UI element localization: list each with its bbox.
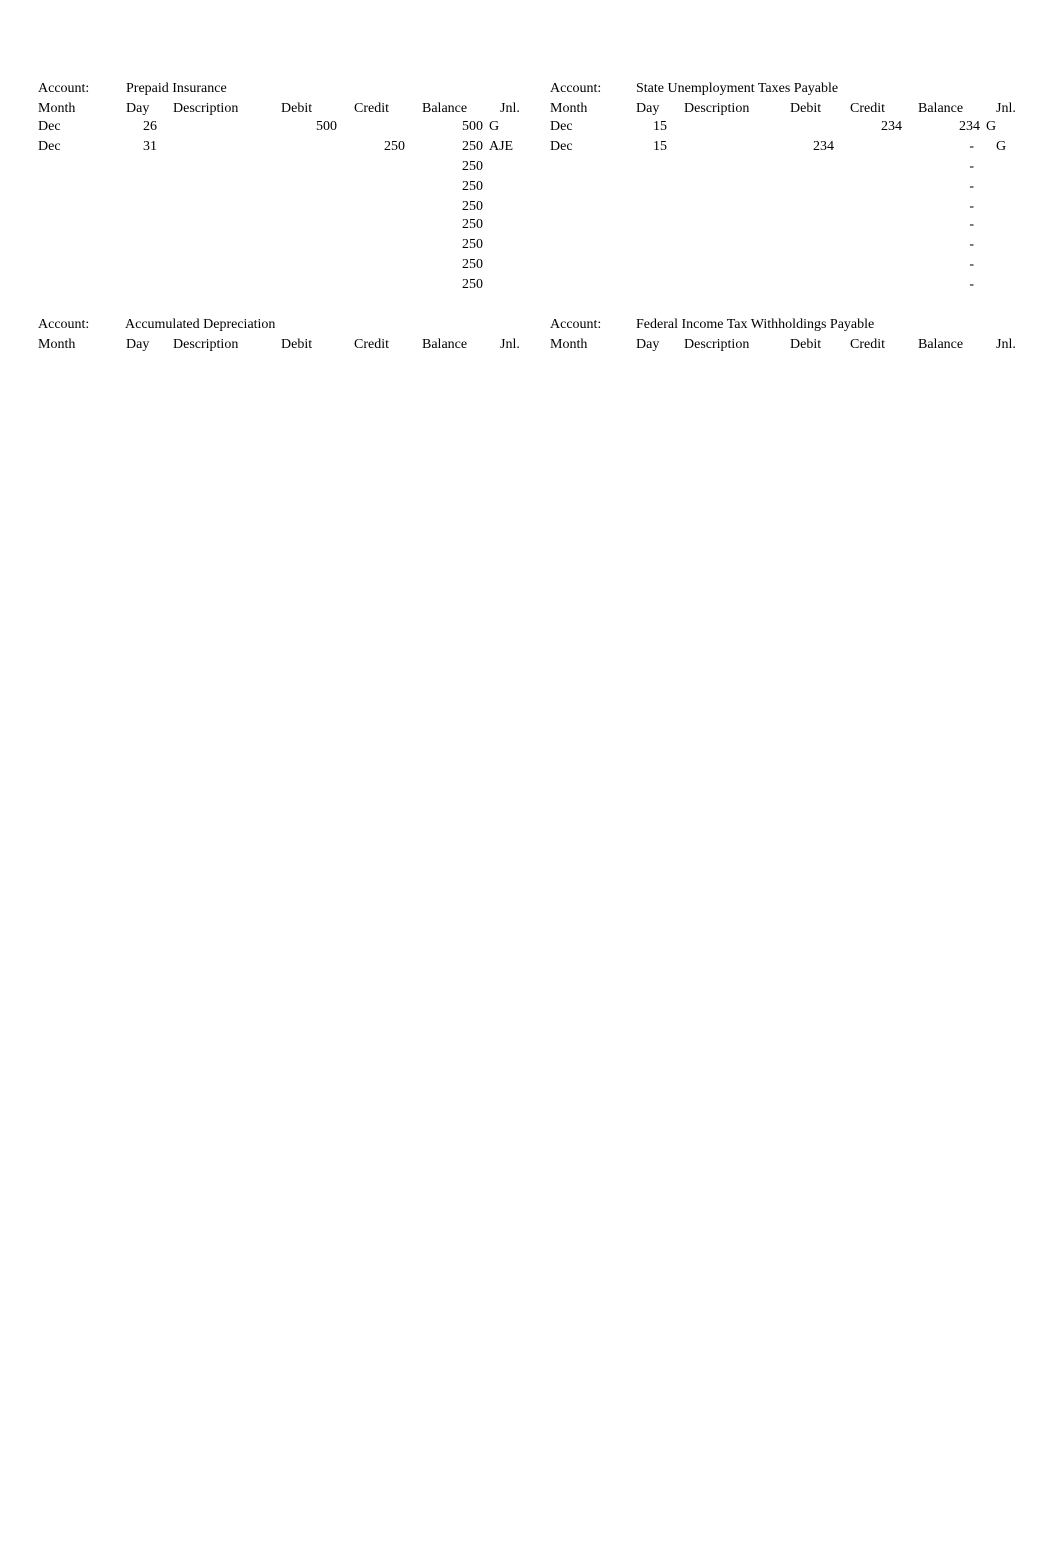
column-header-credit: Credit [850, 101, 885, 116]
cell-journal: AJE [489, 139, 514, 154]
cell-journal: G [996, 139, 1007, 154]
cell-balance: - [969, 159, 974, 174]
cell-balance: 234 [959, 119, 980, 134]
cell-balance: - [969, 179, 974, 194]
account-name: Accumulated Depreciation [125, 317, 276, 332]
account-label: Account: [550, 317, 602, 332]
cell-day: 31 [143, 139, 157, 154]
cell-journal: G [986, 119, 997, 134]
cell-balance: 250 [462, 199, 483, 214]
column-header-day: Day [636, 101, 660, 116]
column-header-debit: Debit [281, 101, 313, 116]
cell-balance: 250 [462, 139, 483, 154]
column-header-description: Description [684, 101, 750, 116]
cell-balance: 250 [462, 159, 483, 174]
account-name: Federal Income Tax Withholdings Payable [636, 317, 875, 332]
column-header-month: Month [550, 101, 588, 116]
column-header-jnl: Jnl. [996, 101, 1016, 116]
column-header-month: Month [38, 337, 76, 352]
account-name: State Unemployment Taxes Payable [636, 81, 839, 96]
column-header-credit: Credit [354, 337, 389, 352]
column-header-balance: Balance [918, 101, 964, 116]
account-label: Account: [38, 317, 90, 332]
column-header-day: Day [126, 337, 150, 352]
cell-balance: - [969, 217, 974, 232]
column-header-jnl: Jnl. [500, 101, 520, 116]
column-header-debit: Debit [790, 337, 822, 352]
column-header-balance: Balance [422, 101, 468, 116]
cell-balance: 250 [462, 277, 483, 292]
cell-balance: 250 [462, 237, 483, 252]
column-header-month: Month [38, 101, 76, 116]
column-header-credit: Credit [354, 101, 389, 116]
cell-balance: - [969, 139, 974, 154]
cell-balance: - [969, 237, 974, 252]
cell-day: 15 [653, 119, 667, 134]
column-header-credit: Credit [850, 337, 885, 352]
cell-balance: 250 [462, 179, 483, 194]
cell-balance: 500 [462, 119, 483, 134]
cell-balance: 250 [462, 217, 483, 232]
cell-debit: 500 [316, 119, 337, 134]
account-label: Account: [550, 81, 602, 96]
column-header-balance: Balance [422, 337, 468, 352]
cell-balance: - [969, 277, 974, 292]
column-header-jnl: Jnl. [996, 337, 1016, 352]
cell-debit: 234 [813, 139, 834, 154]
cell-day: 15 [653, 139, 667, 154]
column-header-balance: Balance [918, 337, 964, 352]
cell-journal: G [489, 119, 500, 134]
column-header-day: Day [126, 101, 150, 116]
cell-balance: - [969, 257, 974, 272]
column-header-month: Month [550, 337, 588, 352]
column-header-description: Description [173, 337, 239, 352]
cell-day: 26 [143, 119, 157, 134]
column-header-debit: Debit [281, 337, 313, 352]
account-name: Prepaid Insurance [126, 81, 227, 96]
column-header-debit: Debit [790, 101, 822, 116]
column-header-jnl: Jnl. [500, 337, 520, 352]
column-header-description: Description [173, 101, 239, 116]
account-label: Account: [38, 81, 90, 96]
cell-balance: 250 [462, 257, 483, 272]
cell-balance: - [969, 199, 974, 214]
column-header-day: Day [636, 337, 660, 352]
column-header-description: Description [684, 337, 750, 352]
